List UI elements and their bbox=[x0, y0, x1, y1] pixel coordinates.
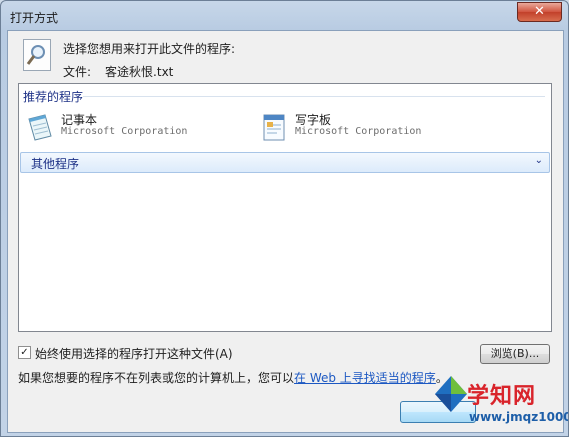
always-use-label[interactable]: 始终使用选择的程序打开这种文件(A) bbox=[35, 345, 233, 362]
other-programs-label: 其他程序 bbox=[31, 157, 80, 171]
file-name: 客途秋恨.txt bbox=[105, 65, 174, 79]
file-label: 文件: bbox=[63, 65, 92, 79]
program-item-wordpad[interactable]: 写字板 Microsoft Corporation bbox=[257, 110, 477, 146]
watermark-arrow-icon bbox=[435, 376, 467, 412]
watermark: 学知网 www.jmqz1000.com bbox=[429, 368, 569, 434]
recommended-group-header[interactable]: 推荐的程序 bbox=[23, 88, 545, 104]
open-with-dialog: 打开方式 ✕ 选择您想用来打开此文件的程序: 文件: 客途秋恨.txt 推荐的程序 bbox=[0, 0, 569, 437]
notepad-icon bbox=[25, 112, 55, 142]
file-magnifier-icon bbox=[23, 39, 51, 71]
watermark-logo: 学知网 bbox=[467, 384, 537, 409]
window-title: 打开方式 bbox=[10, 11, 59, 25]
info-text: 如果您想要的程序不在列表或您的计算机上，您可以 bbox=[18, 371, 295, 385]
always-use-checkbox[interactable]: ✓ bbox=[18, 346, 31, 359]
wordpad-icon bbox=[259, 112, 289, 142]
file-line: 文件: 客途秋恨.txt bbox=[63, 63, 173, 80]
program-company: Microsoft Corporation bbox=[295, 126, 422, 137]
browse-button[interactable]: 浏览(B)... bbox=[480, 344, 550, 364]
group-divider bbox=[83, 96, 545, 97]
title-bar[interactable]: 打开方式 ✕ bbox=[1, 1, 568, 31]
program-company: Microsoft Corporation bbox=[61, 126, 188, 137]
find-on-web-link[interactable]: 在 Web 上寻找适当的程序 bbox=[294, 371, 436, 385]
other-programs-expander[interactable]: 其他程序 ⌄ bbox=[20, 152, 550, 173]
watermark-url: www.jmqz1000.com bbox=[469, 410, 569, 424]
prompt-text: 选择您想用来打开此文件的程序: bbox=[63, 42, 236, 56]
close-button[interactable]: ✕ bbox=[517, 2, 562, 22]
info-line: 如果您想要的程序不在列表或您的计算机上，您可以在 Web 上寻找适当的程序。 bbox=[18, 369, 448, 386]
recommended-header-label: 推荐的程序 bbox=[23, 90, 84, 104]
chevron-down-icon: ⌄ bbox=[534, 155, 543, 166]
program-item-notepad[interactable]: 记事本 Microsoft Corporation bbox=[23, 110, 243, 146]
program-list[interactable]: 推荐的程序 记事本 Microsoft Corporation 写字板 Micr… bbox=[18, 83, 552, 332]
